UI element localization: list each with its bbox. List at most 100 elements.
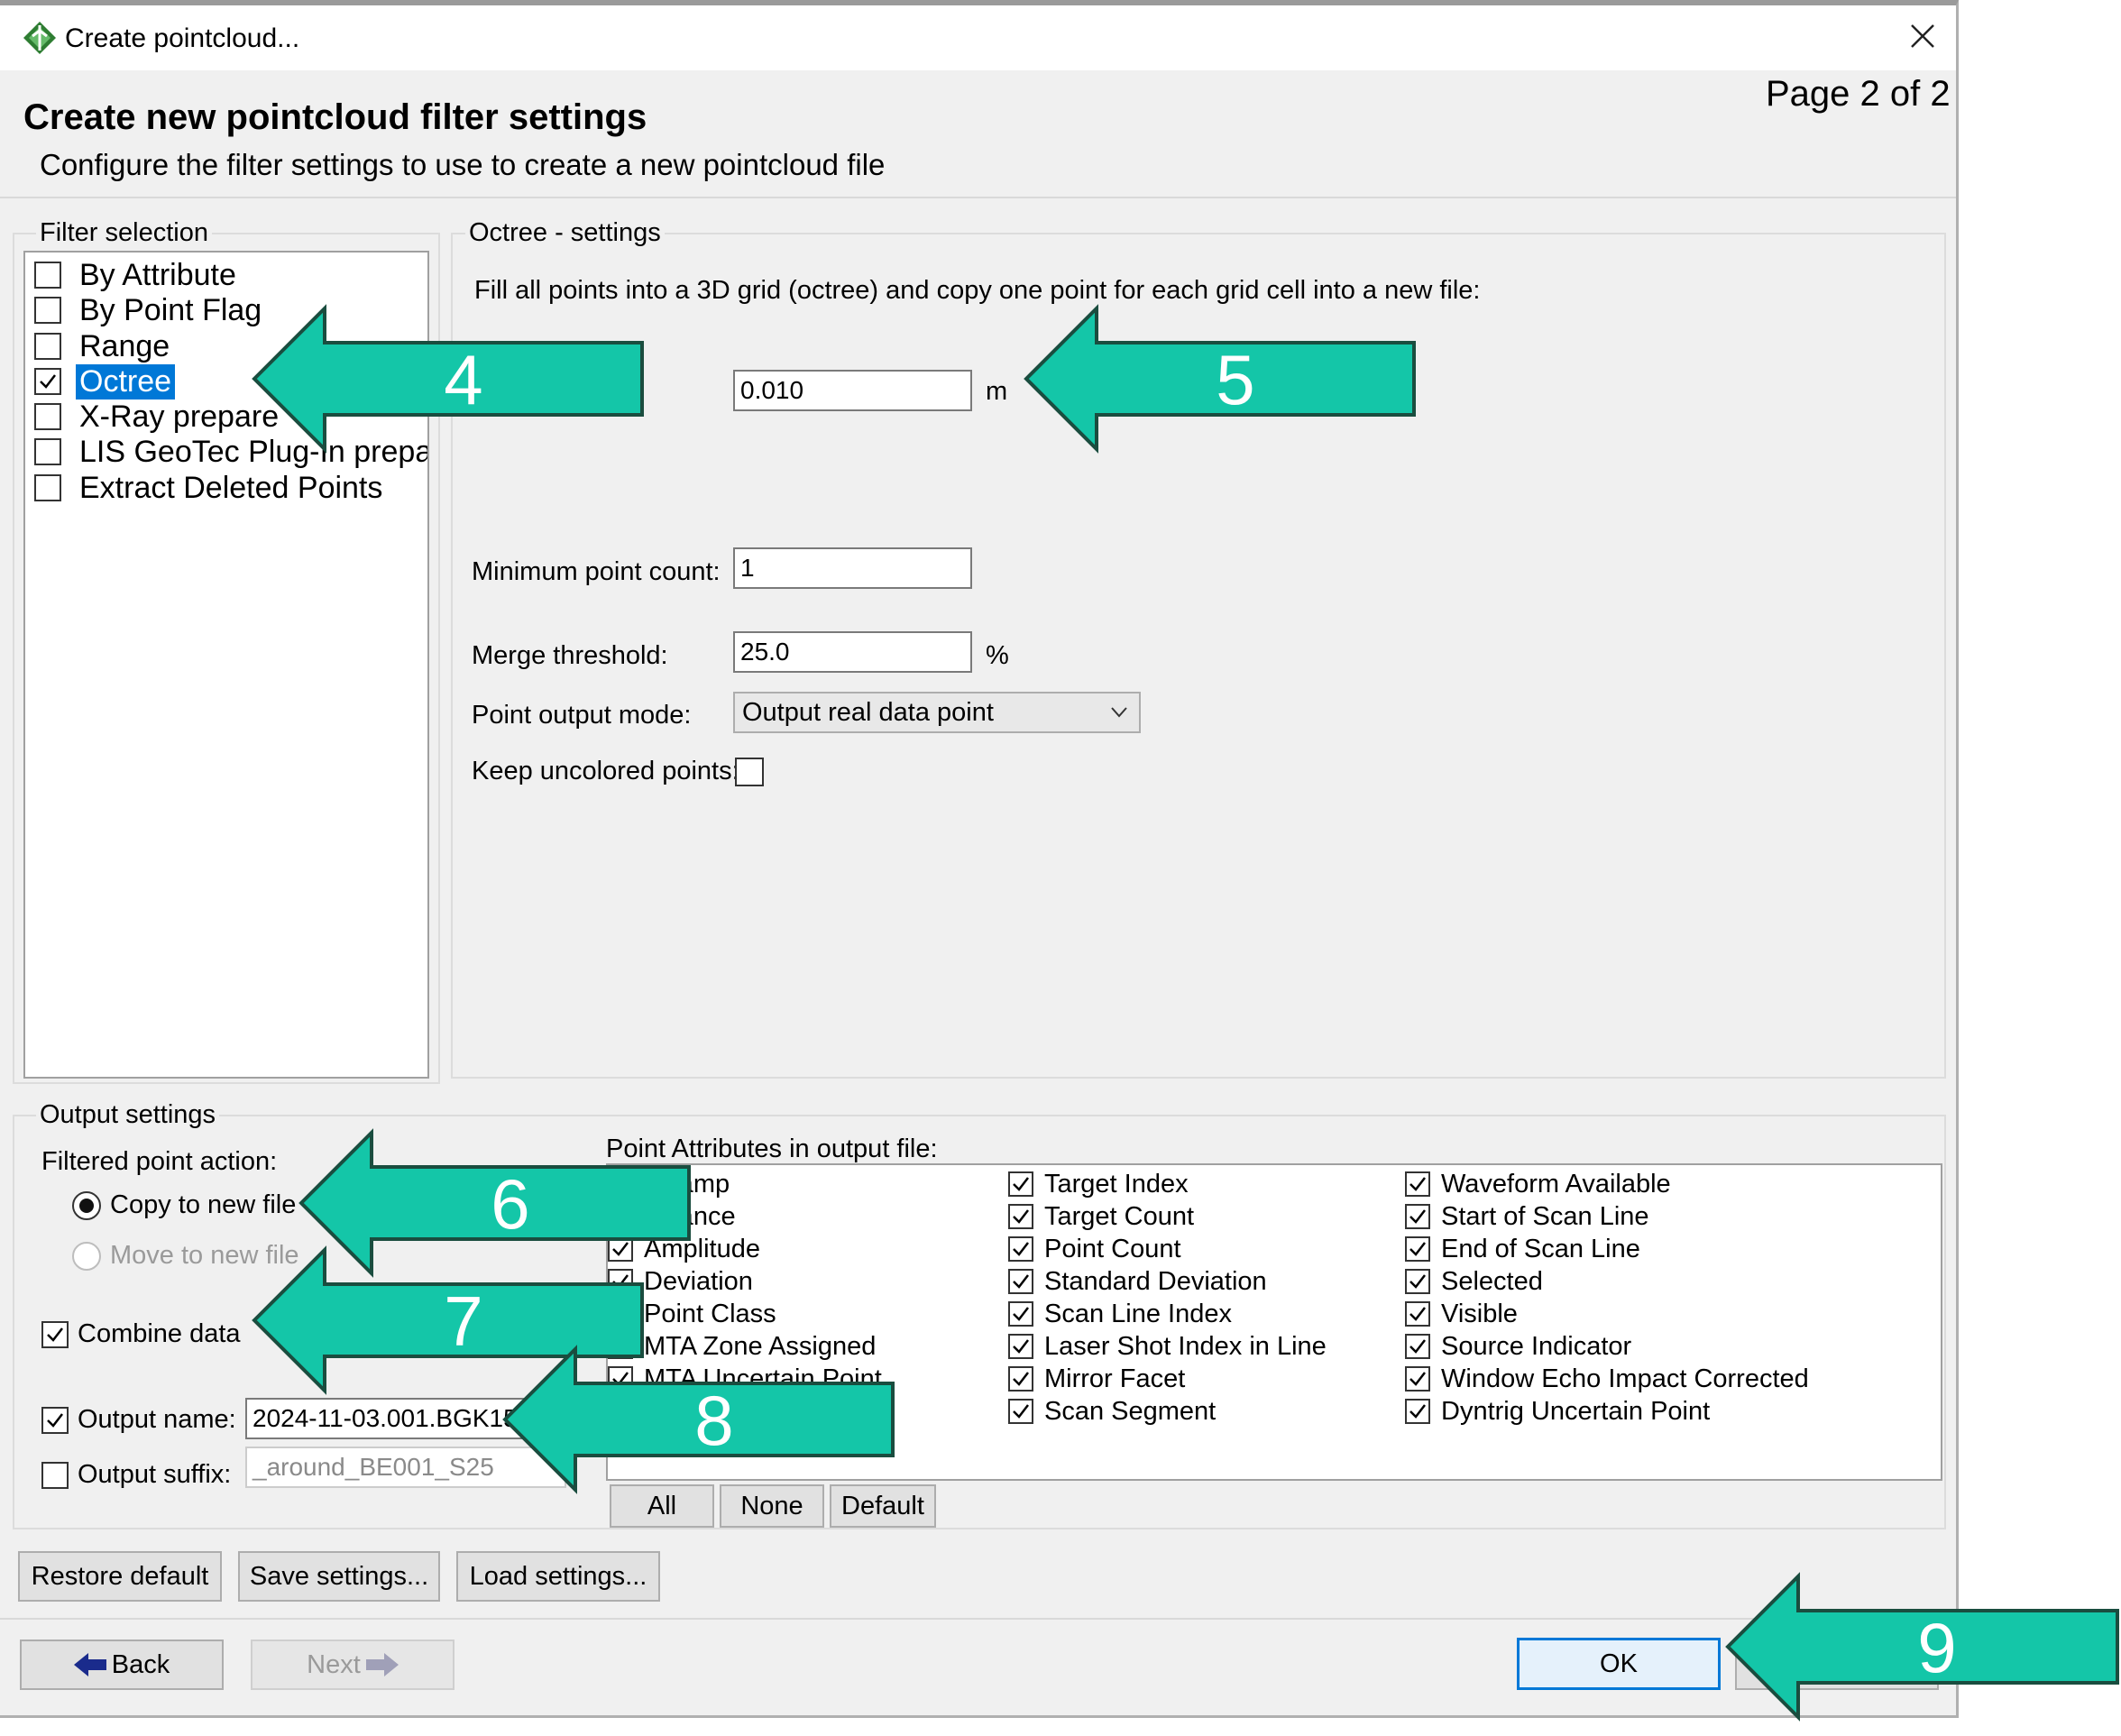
checkbox-checked[interactable] — [1008, 1171, 1033, 1197]
checkbox[interactable] — [34, 438, 61, 465]
merge-threshold-input[interactable]: 25.0 — [733, 631, 972, 673]
attr-target-index[interactable]: Target Index — [1008, 1169, 1189, 1199]
checkbox[interactable] — [41, 1461, 69, 1489]
cell-size-unit: m — [986, 377, 1008, 406]
save-settings-button[interactable]: Save settings... — [238, 1551, 440, 1602]
callout-arrow-4: 4 — [252, 304, 644, 454]
checkbox[interactable] — [34, 474, 61, 501]
page-subtitle: Configure the filter settings to use to … — [40, 148, 886, 181]
attr-point-count[interactable]: Point Count — [1008, 1234, 1181, 1264]
page-title: Create new pointcloud filter settings — [23, 97, 647, 137]
callout-arrow-8: 8 — [502, 1345, 895, 1494]
keep-uncolored-checkbox[interactable] — [735, 758, 764, 786]
checkbox-checked[interactable] — [1008, 1269, 1033, 1294]
checkbox[interactable] — [34, 403, 61, 430]
filtered-action-label: Filtered point action: — [41, 1147, 278, 1176]
radio-button[interactable] — [72, 1190, 101, 1220]
output-settings-label: Output settings — [36, 1100, 220, 1130]
ok-button[interactable]: OK — [1517, 1638, 1721, 1690]
output-mode-select[interactable]: Output real data point — [733, 692, 1141, 733]
octree-description: Fill all points into a 3D grid (octree) … — [474, 276, 1481, 305]
checkbox-checked[interactable] — [1008, 1204, 1033, 1229]
filter-item-xray-prepare[interactable]: X-Ray prepare — [34, 400, 282, 434]
next-button[interactable]: Next — [251, 1640, 454, 1690]
attr-selected[interactable]: Selected — [1405, 1266, 1543, 1297]
restore-default-button[interactable]: Restore default — [18, 1551, 222, 1602]
chevron-down-icon — [1111, 707, 1127, 718]
checkbox-checked[interactable] — [41, 1406, 69, 1434]
filter-item-extract-deleted[interactable]: Extract Deleted Points — [34, 471, 386, 505]
attr-end-of-scan-line[interactable]: End of Scan Line — [1405, 1234, 1640, 1264]
arrow-right-icon — [365, 1653, 399, 1676]
arrow-left-icon — [73, 1653, 106, 1676]
attr-dyntrig-uncertain[interactable]: Dyntrig Uncertain Point — [1405, 1396, 1710, 1427]
checkbox-checked[interactable] — [34, 368, 61, 395]
merge-threshold-unit: % — [986, 641, 1009, 670]
checkbox-checked[interactable] — [1008, 1399, 1033, 1424]
checkbox-checked[interactable] — [1405, 1301, 1430, 1327]
callout-number-4: 4 — [444, 340, 482, 419]
checkmark-icon — [47, 1412, 63, 1428]
attr-scan-segment[interactable]: Scan Segment — [1008, 1396, 1216, 1427]
checkbox[interactable] — [34, 333, 61, 360]
radio-button[interactable] — [72, 1241, 101, 1271]
checkbox-checked[interactable] — [1405, 1366, 1430, 1392]
output-suffix-checkbox[interactable]: Output suffix: — [41, 1460, 231, 1490]
checkbox-checked[interactable] — [41, 1320, 69, 1348]
min-point-count-input[interactable]: 1 — [733, 547, 972, 589]
footer-divider — [0, 1618, 1956, 1620]
app-icon — [23, 22, 56, 54]
copy-to-new-file-radio[interactable]: Copy to new file — [72, 1190, 296, 1220]
min-point-count-label: Minimum point count: — [472, 557, 721, 586]
filter-item-octree[interactable]: Octree — [34, 363, 176, 400]
octree-settings-label: Octree - settings — [465, 218, 665, 248]
checkbox[interactable] — [34, 262, 61, 289]
attr-source-indicator[interactable]: Source Indicator — [1405, 1331, 1631, 1362]
page-indicator: Page 2 of 2 — [1766, 74, 1951, 114]
attr-window-echo-impact[interactable]: Window Echo Impact Corrected — [1405, 1364, 1809, 1394]
merge-threshold-label: Merge threshold: — [472, 641, 668, 670]
load-settings-button[interactable]: Load settings... — [456, 1551, 660, 1602]
checkbox-checked[interactable] — [1405, 1399, 1430, 1424]
checkbox[interactable] — [34, 297, 61, 324]
attr-visible[interactable]: Visible — [1405, 1299, 1518, 1329]
checkmark-icon — [40, 374, 56, 389]
filter-selection-label: Filter selection — [36, 218, 212, 248]
cell-size-input[interactable]: 0.010 — [733, 370, 972, 411]
checkbox-checked[interactable] — [1405, 1236, 1430, 1262]
callout-arrow-5: 5 — [1024, 304, 1416, 454]
filter-item-by-attribute[interactable]: By Attribute — [34, 258, 240, 292]
checkbox-checked[interactable] — [1008, 1366, 1033, 1392]
checkbox-checked[interactable] — [1405, 1334, 1430, 1359]
callout-number-7: 7 — [444, 1281, 482, 1361]
attr-mirror-facet[interactable]: Mirror Facet — [1008, 1364, 1185, 1394]
callout-arrow-9: 9 — [1725, 1572, 2119, 1722]
checkmark-icon — [47, 1327, 63, 1342]
back-button[interactable]: Back — [20, 1640, 224, 1690]
combine-data-checkbox[interactable]: Combine data — [41, 1319, 241, 1349]
checkbox-checked[interactable] — [1008, 1334, 1033, 1359]
attr-laser-shot-index[interactable]: Laser Shot Index in Line — [1008, 1331, 1327, 1362]
checkbox-checked[interactable] — [1008, 1301, 1033, 1327]
filter-item-range[interactable]: Range — [34, 329, 173, 363]
callout-number-8: 8 — [694, 1381, 733, 1460]
attr-start-of-scan-line[interactable]: Start of Scan Line — [1405, 1201, 1649, 1232]
callout-number-9: 9 — [1917, 1608, 1956, 1687]
checkbox-checked[interactable] — [1008, 1236, 1033, 1262]
output-name-checkbox[interactable]: Output name: — [41, 1405, 236, 1435]
checkbox-checked[interactable] — [1405, 1204, 1430, 1229]
attr-target-count[interactable]: Target Count — [1008, 1201, 1194, 1232]
filter-item-by-point-flag[interactable]: By Point Flag — [34, 293, 265, 327]
attr-waveform-available[interactable]: Waveform Available — [1405, 1169, 1671, 1199]
window-title: Create pointcloud... — [65, 23, 300, 53]
callout-number-5: 5 — [1216, 340, 1254, 419]
keep-uncolored-label: Keep uncolored points: — [472, 757, 739, 785]
checkbox-checked[interactable] — [1405, 1269, 1430, 1294]
output-mode-label: Point output mode: — [472, 701, 692, 730]
output-mode-value: Output real data point — [742, 698, 994, 727]
attr-scan-line-index[interactable]: Scan Line Index — [1008, 1299, 1232, 1329]
checkbox-checked[interactable] — [1405, 1171, 1430, 1197]
attr-standard-deviation[interactable]: Standard Deviation — [1008, 1266, 1267, 1297]
callout-number-6: 6 — [491, 1164, 529, 1244]
close-icon[interactable] — [1905, 18, 1941, 54]
